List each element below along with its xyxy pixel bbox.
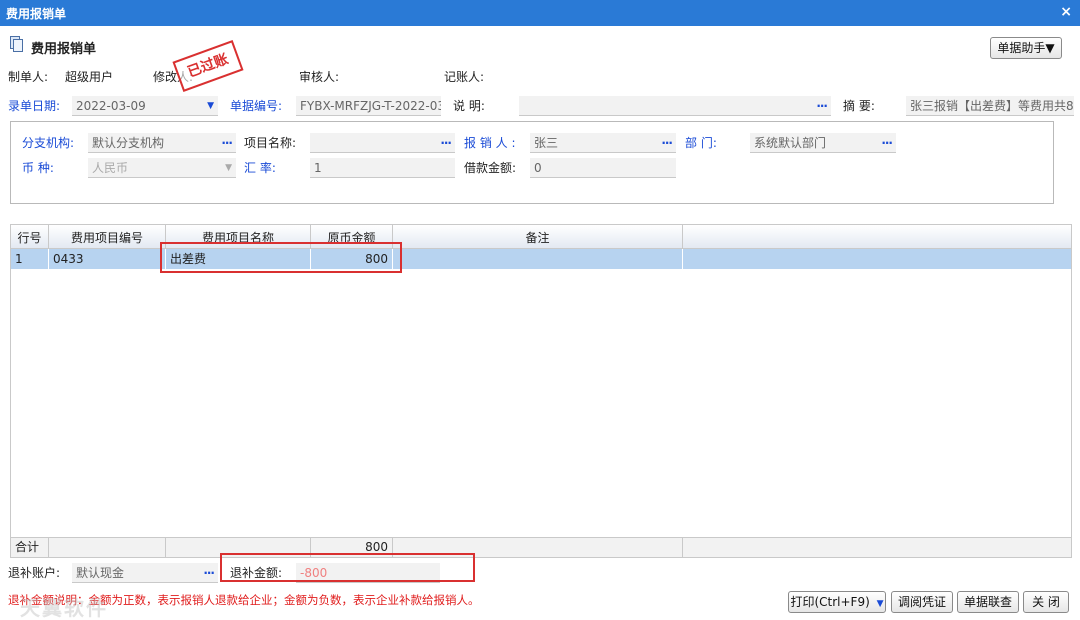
window-titlebar: 费用报销单 × xyxy=(0,0,1080,26)
doc-no-label: 单据编号: xyxy=(230,99,283,113)
bookkeeper-label: 记账人: xyxy=(444,70,485,84)
project-label: 项目名称: xyxy=(244,136,297,150)
col-remark[interactable]: 备注 xyxy=(393,225,683,249)
cell-line[interactable]: 1 xyxy=(11,249,49,269)
summary-field[interactable]: 张三报销【出差费】等费用共800 xyxy=(906,96,1074,116)
summary-label: 摘 要: xyxy=(843,99,875,113)
grid-footer: 合计 800 xyxy=(11,537,1071,557)
currency-field[interactable]: 人民币 ▼ xyxy=(88,158,236,178)
date-label: 录单日期: xyxy=(8,99,61,113)
dept-field[interactable]: 系统默认部门 ··· xyxy=(750,133,896,153)
doc-helper-button[interactable]: 单据助手▼ xyxy=(990,37,1062,59)
currency-value: 人民币 xyxy=(92,161,129,175)
desc-label: 说 明: xyxy=(453,99,485,113)
ellipsis-icon[interactable]: ··· xyxy=(881,133,893,152)
form-title: 费用报销单 xyxy=(31,42,97,57)
desc-field[interactable]: ··· xyxy=(519,96,831,116)
posted-stamp: 已过账 xyxy=(172,40,244,92)
creator-label: 制单人: xyxy=(8,70,49,84)
chevron-down-icon[interactable]: ▼ xyxy=(877,599,884,609)
print-button-label: 打印(Ctrl+F9) xyxy=(790,595,870,609)
account-label: 退补账户: xyxy=(8,566,61,580)
date-field[interactable]: 2022-03-09 ▼ xyxy=(72,96,218,116)
linked-query-button[interactable]: 单据联查 xyxy=(957,591,1019,613)
reimburser-field[interactable]: 张三 ··· xyxy=(530,133,676,153)
highlight-box-refund xyxy=(220,553,475,582)
dept-value: 系统默认部门 xyxy=(754,136,827,150)
expense-grid[interactable]: 行号 费用项目编号 费用项目名称 原币金额 备注 1 0433 出差费 800 … xyxy=(10,224,1072,558)
summary-value: 张三报销【出差费】等费用共800 xyxy=(910,99,1074,113)
doc-no-value: FYBX-MRFZJG-T-2022-03 xyxy=(300,99,441,113)
rate-label: 汇 率: xyxy=(244,161,276,175)
ellipsis-icon[interactable]: ··· xyxy=(816,96,828,115)
highlight-box-row xyxy=(160,242,402,273)
ellipsis-icon[interactable]: ··· xyxy=(661,133,673,152)
close-button[interactable]: 关 闭 xyxy=(1023,591,1069,613)
branch-label: 分支机构: xyxy=(22,136,75,150)
voucher-button[interactable]: 调阅凭证 xyxy=(891,591,953,613)
chevron-down-icon[interactable]: ▼ xyxy=(207,96,214,115)
ellipsis-icon[interactable]: ··· xyxy=(221,133,233,152)
rate-field[interactable]: 1 xyxy=(310,158,455,178)
watermark: 天翼软件 xyxy=(20,596,108,620)
project-field[interactable]: ··· xyxy=(310,133,455,153)
loan-value: 0 xyxy=(534,161,542,175)
ellipsis-icon[interactable]: ··· xyxy=(440,133,452,152)
close-icon[interactable]: × xyxy=(1060,4,1072,20)
dept-label: 部 门: xyxy=(685,136,717,150)
window-title: 费用报销单 xyxy=(6,7,67,21)
branch-value: 默认分支机构 xyxy=(92,136,165,150)
loan-field[interactable]: 0 xyxy=(530,158,676,178)
chevron-down-icon[interactable]: ▼ xyxy=(225,158,232,177)
account-field[interactable]: 默认现金 ··· xyxy=(72,563,218,583)
currency-label: 币 种: xyxy=(22,161,54,175)
footer-label: 合计 xyxy=(11,538,49,557)
doc-no-field[interactable]: FYBX-MRFZJG-T-2022-03 xyxy=(296,96,441,116)
ellipsis-icon[interactable]: ··· xyxy=(203,563,215,582)
reviewer-label: 审核人: xyxy=(299,70,340,84)
reimburser-value: 张三 xyxy=(534,136,559,150)
reimburser-label: 报 销 人 : xyxy=(464,136,516,150)
date-value: 2022-03-09 xyxy=(76,99,146,113)
rate-value: 1 xyxy=(314,161,322,175)
cell-code[interactable]: 0433 xyxy=(49,249,166,269)
col-line[interactable]: 行号 xyxy=(11,225,49,249)
creator-value: 超级用户 xyxy=(65,70,114,84)
cell-remark[interactable] xyxy=(393,249,683,269)
print-button[interactable]: 打印(Ctrl+F9) ▼ xyxy=(788,591,886,613)
account-value: 默认现金 xyxy=(76,566,125,580)
branch-field[interactable]: 默认分支机构 ··· xyxy=(88,133,236,153)
document-icon xyxy=(10,36,24,53)
loan-label: 借款金额: xyxy=(464,161,517,175)
col-code[interactable]: 费用项目编号 xyxy=(49,225,166,249)
